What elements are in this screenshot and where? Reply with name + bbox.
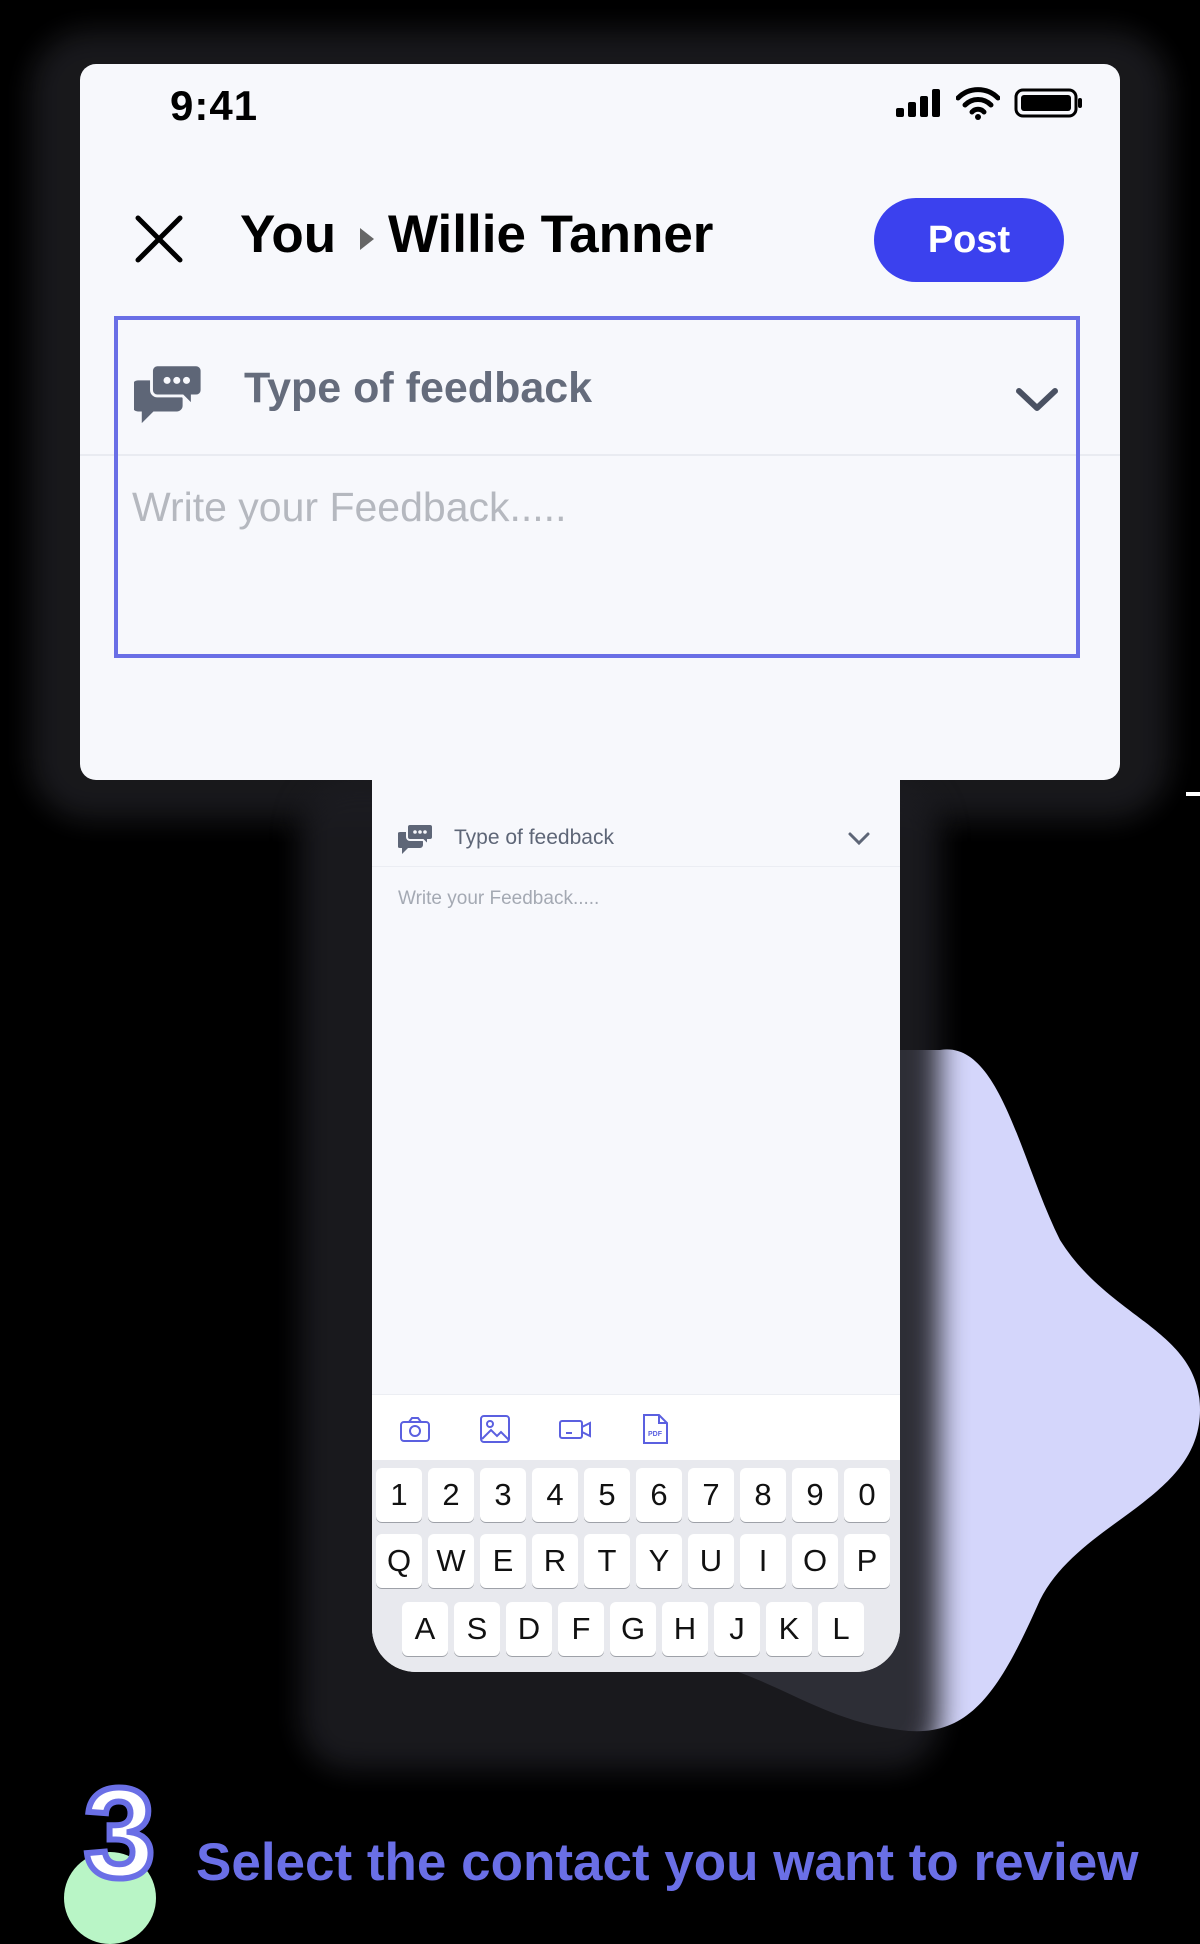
svg-text:PDF: PDF (648, 1431, 663, 1438)
keyboard-row-asdf: A S D F G H J K L (372, 1602, 900, 1658)
post-button[interactable]: Post (874, 198, 1064, 282)
key[interactable]: 1 (376, 1468, 422, 1522)
step-number: 3 (81, 1762, 158, 1905)
key[interactable]: 3 (480, 1468, 526, 1522)
key[interactable]: P (844, 1534, 890, 1588)
wifi-icon (956, 87, 1000, 120)
key[interactable]: 2 (428, 1468, 474, 1522)
background-phone: Type of feedback Write your Feedback....… (372, 760, 900, 1672)
key[interactable]: 8 (740, 1468, 786, 1522)
key[interactable]: F (558, 1602, 604, 1656)
phone-feedback-placeholder: Write your Feedback..... (398, 888, 600, 909)
key[interactable]: O (792, 1534, 838, 1588)
key[interactable]: 9 (792, 1468, 838, 1522)
recipient-name[interactable]: Willie Tanner (388, 204, 713, 265)
caret-right-icon (360, 228, 374, 250)
status-time: 9:41 (170, 82, 259, 129)
step-caption: Select the contact you want to review (196, 1833, 1139, 1892)
phone-feedback-type-label: Type of feedback (454, 826, 614, 849)
key[interactable]: K (766, 1602, 812, 1656)
key[interactable]: H (662, 1602, 708, 1656)
key[interactable]: 7 (688, 1468, 734, 1522)
key[interactable]: 0 (844, 1468, 890, 1522)
key[interactable]: S (454, 1602, 500, 1656)
camera-icon (400, 1417, 430, 1442)
key[interactable]: A (402, 1602, 448, 1656)
key[interactable]: R (532, 1534, 578, 1588)
key[interactable]: J (714, 1602, 760, 1656)
close-icon[interactable] (130, 210, 188, 268)
signal-icon (896, 89, 940, 117)
key[interactable]: 5 (584, 1468, 630, 1522)
key[interactable]: D (506, 1602, 552, 1656)
chevron-down-icon (848, 832, 870, 846)
key[interactable]: Y (636, 1534, 682, 1588)
keyboard-row-qwerty: Q W E R T Y U I O P (372, 1534, 900, 1590)
key[interactable]: W (428, 1534, 474, 1588)
video-icon (559, 1420, 591, 1439)
battery-icon (1014, 88, 1082, 118)
edge-mark (1186, 792, 1200, 796)
key[interactable]: L (818, 1602, 864, 1656)
sender-name: You (240, 205, 337, 264)
keyboard-row-numbers: 1 2 3 4 5 6 7 8 9 0 (372, 1468, 900, 1524)
key[interactable]: G (610, 1602, 656, 1656)
phone-keyboard: 1 2 3 4 5 6 7 8 9 0 Q W E R T Y U I O P … (372, 1460, 900, 1672)
chat-bubbles-icon (398, 823, 434, 854)
pdf-icon: PDF (643, 1414, 668, 1444)
key[interactable]: Q (376, 1534, 422, 1588)
key[interactable]: T (584, 1534, 630, 1588)
feedback-card: 9:41 You Willie Tanner Post Type of feed… (80, 64, 1120, 780)
phone-feedback-type-row: Type of feedback (372, 810, 900, 867)
key[interactable]: U (688, 1534, 734, 1588)
key[interactable]: 6 (636, 1468, 682, 1522)
image-icon (480, 1415, 510, 1443)
key[interactable]: E (480, 1534, 526, 1588)
feedback-highlight-frame (114, 316, 1080, 658)
key[interactable]: I (740, 1534, 786, 1588)
key[interactable]: 4 (532, 1468, 578, 1522)
phone-attachment-bar: PDF (372, 1394, 900, 1461)
